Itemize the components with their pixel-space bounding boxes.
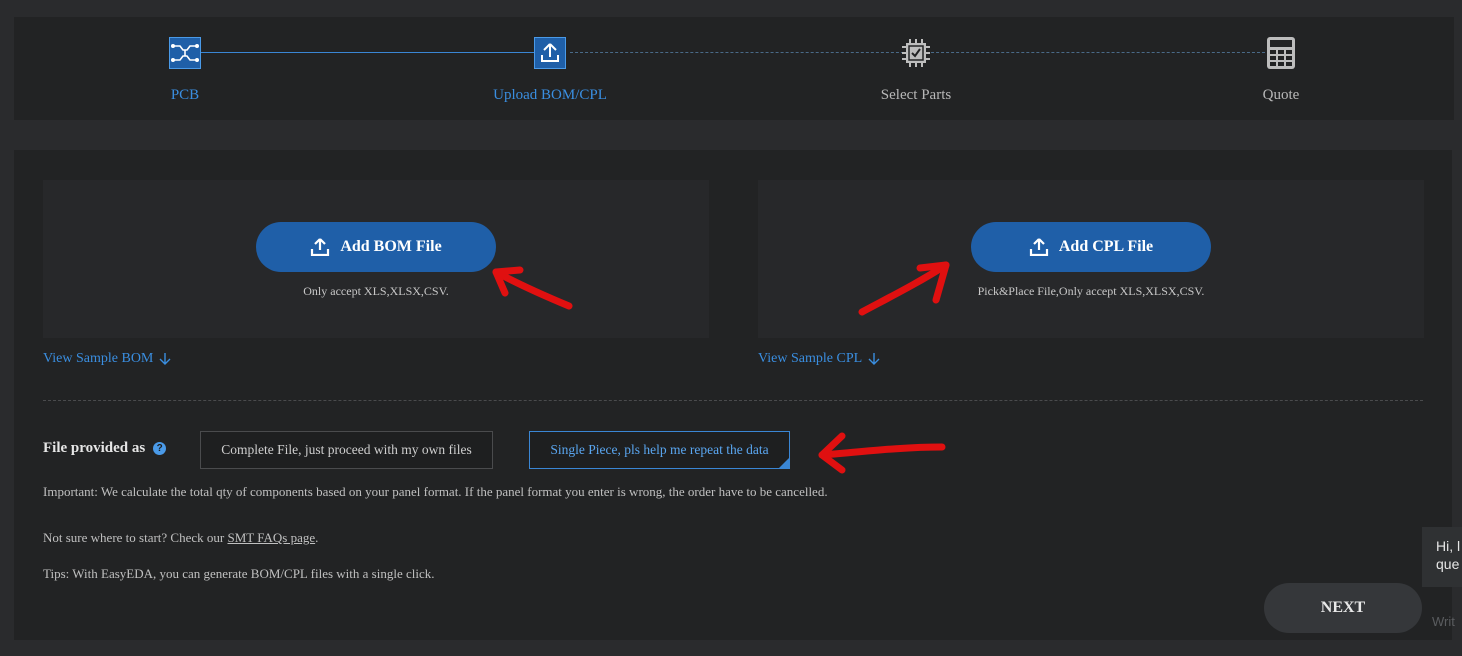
file-provided-text: File provided as bbox=[43, 440, 146, 456]
download-arrow-icon bbox=[868, 353, 880, 365]
view-sample-cpl-label: View Sample CPL bbox=[758, 351, 863, 366]
chat-input[interactable]: Writ bbox=[1432, 614, 1455, 629]
add-cpl-file-label: Add CPL File bbox=[1058, 238, 1154, 255]
add-bom-file-label: Add BOM File bbox=[340, 238, 442, 255]
upload-panel: Add BOM File Only accept XLS,XLSX,CSV. V… bbox=[14, 150, 1452, 640]
bom-upload-area[interactable]: Add BOM File Only accept XLS,XLSX,CSV. bbox=[43, 180, 709, 338]
pcb-icon bbox=[169, 37, 201, 69]
option-label: Single Piece, pls help me repeat the dat… bbox=[550, 442, 769, 457]
view-sample-cpl-link[interactable]: View Sample CPL bbox=[758, 351, 880, 367]
file-provided-label: File provided as ? bbox=[43, 440, 167, 457]
upload-icon bbox=[311, 238, 330, 256]
option-label: Complete File, just proceed with my own … bbox=[221, 442, 472, 457]
cpl-file-note: Pick&Place File,Only accept XLS,XLSX,CSV… bbox=[977, 284, 1205, 298]
next-button[interactable]: NEXT bbox=[1264, 583, 1422, 633]
chat-popup[interactable]: Hi, l que bbox=[1422, 527, 1462, 587]
chat-message-line: Hi, l bbox=[1436, 538, 1461, 554]
download-arrow-icon bbox=[159, 353, 171, 365]
step-label: PCB bbox=[170, 87, 200, 103]
chat-message-line: que bbox=[1436, 556, 1460, 572]
selected-corner-icon bbox=[779, 458, 789, 468]
chip-icon bbox=[902, 39, 930, 67]
option-single-piece[interactable]: Single Piece, pls help me repeat the dat… bbox=[529, 431, 790, 469]
step-upload[interactable]: Upload BOM/CPL bbox=[470, 37, 630, 104]
important-note: Important: We calculate the total qty of… bbox=[43, 484, 828, 499]
step-label: Select Parts bbox=[880, 87, 952, 103]
smt-faqs-link[interactable]: SMT FAQs page bbox=[227, 530, 315, 545]
tips-note: Tips: With EasyEDA, you can generate BOM… bbox=[43, 566, 435, 581]
section-divider bbox=[43, 400, 1423, 401]
upload-icon bbox=[534, 37, 566, 69]
step-quote[interactable]: Quote bbox=[1201, 37, 1361, 104]
view-sample-bom-link[interactable]: View Sample BOM bbox=[43, 351, 171, 367]
step-label: Quote bbox=[1262, 87, 1300, 103]
faq-suffix: . bbox=[315, 530, 319, 545]
step-label: Upload BOM/CPL bbox=[493, 87, 607, 103]
cpl-upload-area[interactable]: Add CPL File Pick&Place File,Only accept… bbox=[758, 180, 1424, 338]
next-label: NEXT bbox=[1320, 599, 1366, 616]
add-bom-file-button[interactable]: Add BOM File bbox=[256, 222, 496, 272]
option-complete-file[interactable]: Complete File, just proceed with my own … bbox=[200, 431, 493, 469]
step-select-parts[interactable]: Select Parts bbox=[836, 37, 996, 104]
bom-file-note: Only accept XLS,XLSX,CSV. bbox=[303, 284, 449, 298]
upload-icon bbox=[1029, 238, 1048, 256]
calculator-icon bbox=[1267, 37, 1295, 69]
faq-note: Not sure where to start? Check our SMT F… bbox=[43, 530, 318, 546]
view-sample-bom-label: View Sample BOM bbox=[43, 351, 154, 366]
step-pcb[interactable]: PCB bbox=[105, 37, 265, 104]
help-icon[interactable]: ? bbox=[153, 442, 167, 455]
faq-prefix: Not sure where to start? Check our bbox=[43, 530, 228, 545]
order-stepper: PCB Upload BOM/CPL Select Parts Quote bbox=[14, 17, 1454, 120]
add-cpl-file-button[interactable]: Add CPL File bbox=[971, 222, 1211, 272]
